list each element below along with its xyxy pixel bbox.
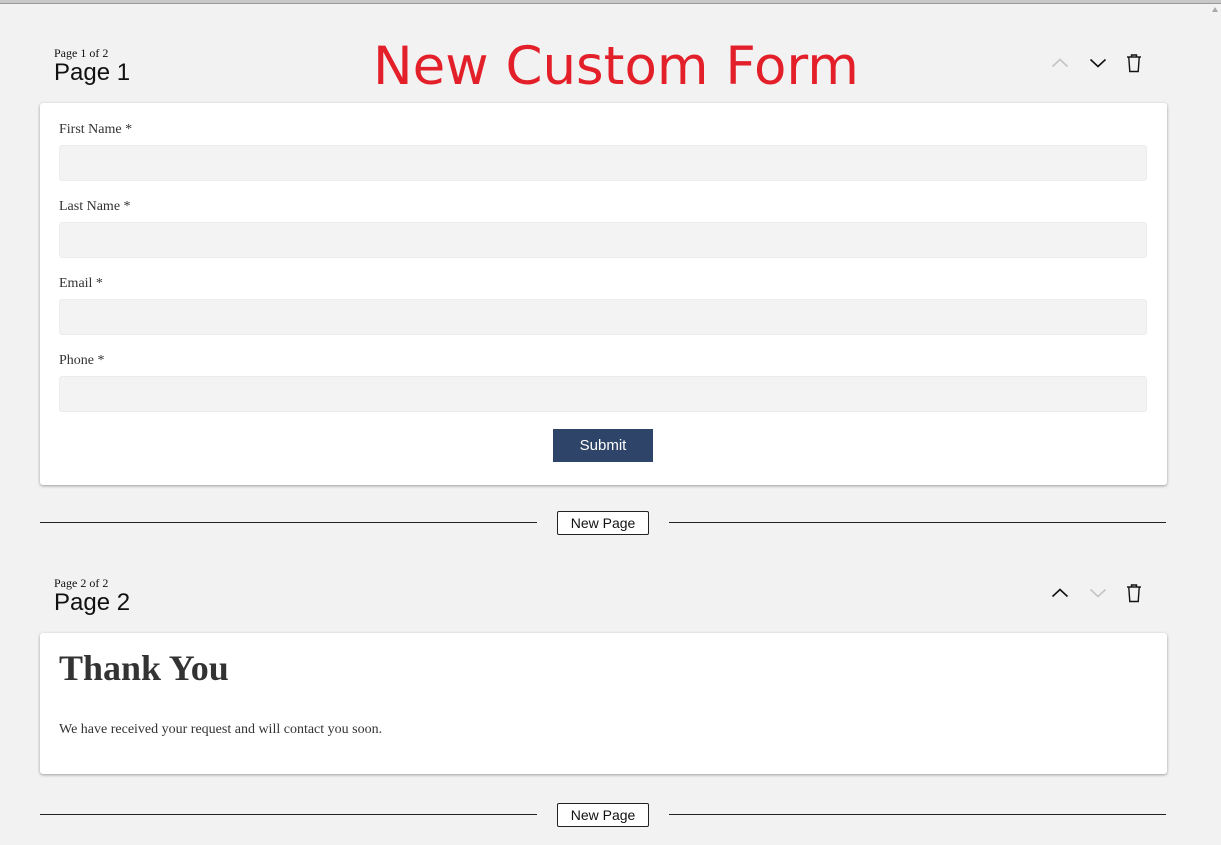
delete-page-button[interactable] <box>1121 580 1147 606</box>
submit-button[interactable]: Submit <box>553 429 653 462</box>
new-page-button[interactable]: New Page <box>557 803 649 827</box>
chevron-down-icon <box>1089 588 1107 598</box>
thank-you-message: We have received your request and will c… <box>59 722 383 737</box>
page-section-1: Page 1 of 2 Page 1 New Custom Form First… <box>40 36 1167 485</box>
move-page-up-button[interactable] <box>1047 50 1073 76</box>
divider-line <box>40 814 537 815</box>
last-name-field[interactable] <box>59 222 1147 258</box>
delete-page-button[interactable] <box>1121 50 1147 76</box>
form-title: New Custom Form <box>373 36 859 97</box>
divider-line <box>669 522 1166 523</box>
window-top-border <box>0 0 1221 4</box>
email-field[interactable] <box>59 299 1147 335</box>
trash-icon <box>1127 583 1141 602</box>
divider-line <box>40 522 537 523</box>
phone-label: Phone * <box>59 353 105 368</box>
email-label: Email * <box>59 276 103 291</box>
new-page-button[interactable]: New Page <box>557 511 649 535</box>
page-header-2: Page 2 of 2 Page 2 <box>40 576 1167 636</box>
phone-field[interactable] <box>59 376 1147 412</box>
move-page-down-button[interactable] <box>1085 50 1111 76</box>
new-page-divider: New Page <box>40 803 1166 827</box>
thank-you-heading: Thank You <box>59 648 229 688</box>
first-name-label: First Name * <box>59 122 133 137</box>
scroll-up-arrow-icon[interactable] <box>1212 7 1218 12</box>
trash-icon <box>1127 53 1141 72</box>
move-page-down-button[interactable] <box>1085 580 1111 606</box>
last-name-label: Last Name * <box>59 199 131 214</box>
move-page-up-button[interactable] <box>1047 580 1073 606</box>
page-title: Page 2 <box>54 589 131 616</box>
page-section-2: Page 2 of 2 Page 2 Thank You We have rec… <box>40 576 1167 774</box>
page-header-1: Page 1 of 2 Page 1 New Custom Form <box>40 36 1167 106</box>
chevron-up-icon <box>1051 58 1069 68</box>
page-title: Page 1 <box>54 59 131 86</box>
form-card: First Name * Last Name * Email * Phone *… <box>40 103 1167 485</box>
new-page-divider: New Page <box>40 511 1166 535</box>
chevron-down-icon <box>1089 58 1107 68</box>
first-name-field[interactable] <box>59 145 1147 181</box>
chevron-up-icon <box>1051 588 1069 598</box>
divider-line <box>669 814 1166 815</box>
thank-you-card: Thank You We have received your request … <box>40 633 1167 774</box>
